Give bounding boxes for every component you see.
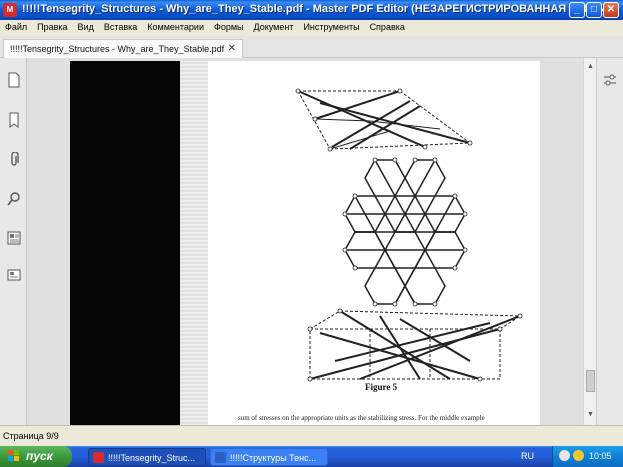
taskbar-item-label: !!!!!Структуры Тенс...	[230, 453, 317, 463]
system-tray: 10:05	[552, 446, 623, 467]
pdf-page: Figure 5 sum of stresses on the appropri…	[70, 61, 540, 425]
close-button[interactable]: ✕	[603, 2, 619, 18]
status-bar: Страница 9/9	[0, 425, 623, 446]
start-label: пуск	[26, 449, 53, 463]
application-window: M !!!!!Tensegrity_Structures - Why_are_T…	[0, 0, 623, 446]
form-fields-icon[interactable]	[7, 267, 21, 283]
menu-tools[interactable]: Инструменты	[298, 20, 364, 32]
windows-flag-icon	[8, 450, 19, 461]
menu-forms[interactable]: Формы	[209, 20, 249, 32]
tray-antivirus-icon[interactable]	[573, 450, 584, 461]
pages-icon[interactable]	[7, 72, 21, 88]
scroll-thumb[interactable]	[586, 370, 595, 392]
start-button[interactable]: пуск	[0, 446, 72, 467]
document-viewport[interactable]: Figure 5 sum of stresses on the appropri…	[27, 58, 583, 425]
title-bar[interactable]: M !!!!!Tensegrity_Structures - Why_are_T…	[0, 0, 623, 20]
menu-file[interactable]: Файл	[0, 20, 32, 32]
taskbar-item-label: !!!!!Tensegrity_Struc...	[108, 453, 196, 463]
bookmark-icon[interactable]	[7, 112, 21, 128]
minimize-button[interactable]: _	[569, 2, 585, 18]
right-sidebar	[596, 58, 623, 425]
window-title: !!!!!Tensegrity_Structures - Why_are_The…	[22, 3, 620, 15]
figure-caption: Figure 5	[365, 382, 398, 392]
clock[interactable]: 10:05	[589, 451, 612, 461]
menu-bar: Файл Правка Вид Вставка Комментарии Формы Доку…	[0, 20, 623, 35]
tensegrity-figure	[295, 88, 523, 382]
menu-view[interactable]: Вид	[73, 20, 99, 32]
taskbar-item-pdf-editor[interactable]: !!!!!Tensegrity_Struc...	[88, 448, 206, 466]
attachment-icon[interactable]	[7, 151, 21, 168]
page-indicator: Страница 9/9	[3, 431, 59, 441]
menu-insert[interactable]: Вставка	[99, 20, 142, 32]
menu-edit[interactable]: Правка	[32, 20, 72, 32]
tab-close-icon[interactable]: ✕	[228, 43, 236, 54]
taskbar: пуск !!!!!Tensegrity_Struc... !!!!!Струк…	[0, 446, 623, 467]
vertical-scrollbar[interactable]: ▲ ▼	[583, 58, 596, 425]
scroll-down-icon[interactable]: ▼	[585, 409, 596, 420]
menu-comments[interactable]: Комментарии	[142, 20, 209, 32]
word-document-icon	[215, 452, 226, 463]
pdf-editor-icon	[93, 452, 104, 463]
menu-help[interactable]: Справка	[365, 20, 410, 32]
layers-icon[interactable]	[7, 230, 21, 246]
document-tab[interactable]: !!!!!Tensegrity_Structures - Why_are_The…	[3, 39, 243, 58]
menu-document[interactable]: Документ	[249, 20, 299, 32]
app-icon[interactable]: M	[3, 3, 17, 17]
page-body-text: sum of stresses on the appropriate units…	[238, 414, 485, 422]
taskbar-item-word-doc[interactable]: !!!!!Структуры Тенс...	[210, 448, 328, 466]
left-sidebar	[0, 58, 27, 425]
tray-network-icon[interactable]	[559, 450, 570, 461]
document-tab-label: !!!!!Tensegrity_Structures - Why_are_The…	[10, 44, 225, 54]
scroll-up-icon[interactable]: ▲	[585, 61, 596, 72]
search-icon[interactable]	[7, 191, 21, 207]
properties-sliders-icon[interactable]	[603, 72, 617, 88]
tab-strip: !!!!!Tensegrity_Structures - Why_are_The…	[0, 36, 623, 58]
maximize-button[interactable]: □	[586, 2, 602, 18]
language-indicator[interactable]: RU	[521, 451, 534, 461]
